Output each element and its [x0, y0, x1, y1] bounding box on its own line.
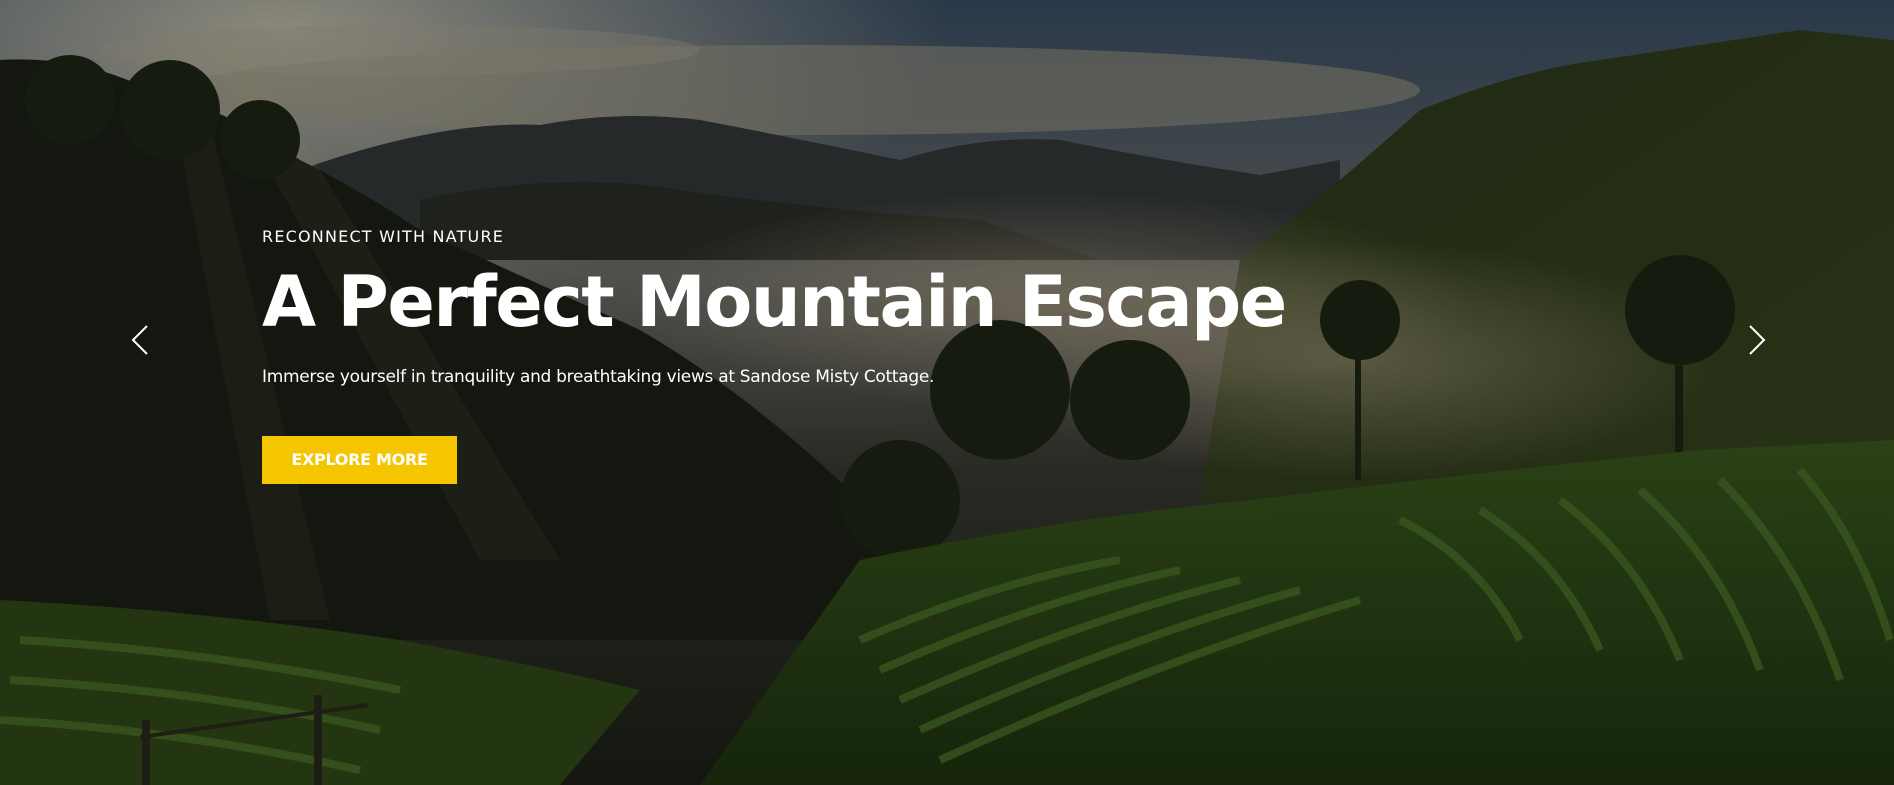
hero-content: RECONNECT WITH NATURE A Perfect Mountain… — [262, 224, 1362, 484]
hero-eyebrow: RECONNECT WITH NATURE — [262, 227, 505, 246]
explore-more-button[interactable]: EXPLORE MORE — [262, 436, 457, 484]
hero-subtext: Immerse yourself in tranquility and brea… — [262, 367, 935, 387]
hero-slider: RECONNECT WITH NATURE A Perfect Mountain… — [0, 0, 1894, 785]
hero-headline: A Perfect Mountain Escape — [262, 261, 1287, 343]
chevron-left-icon[interactable] — [125, 322, 155, 358]
chevron-right-icon[interactable] — [1742, 322, 1772, 358]
